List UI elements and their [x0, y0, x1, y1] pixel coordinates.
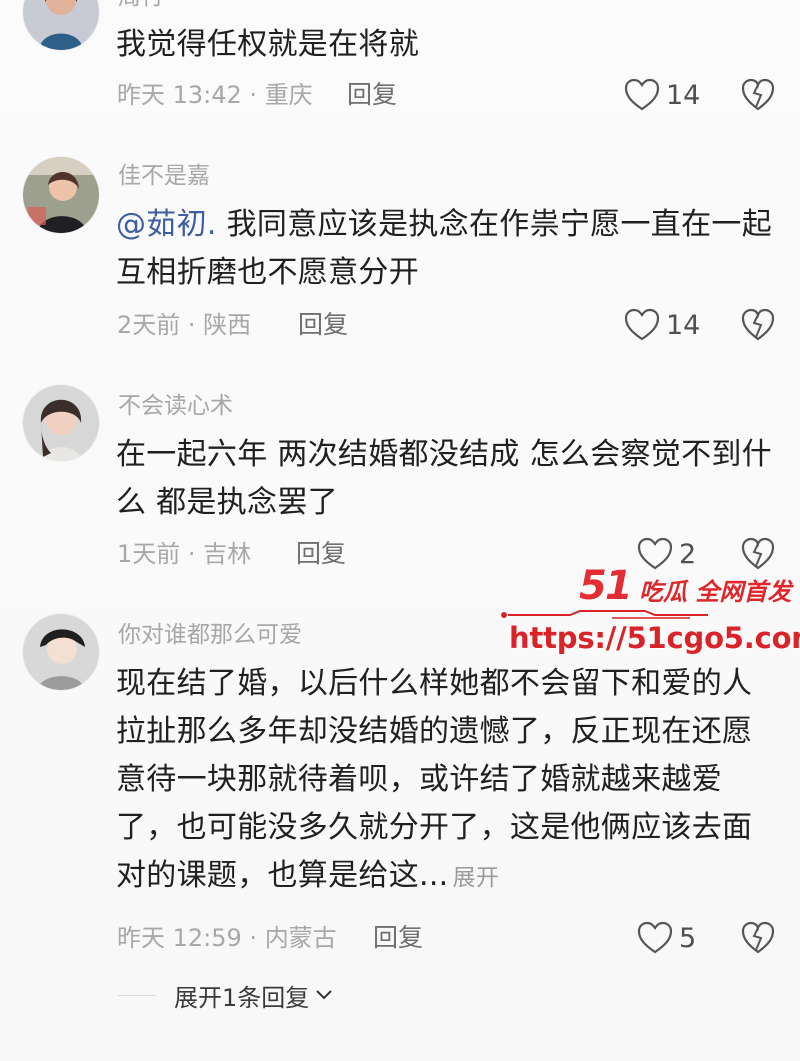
heart-outline-icon — [637, 921, 673, 954]
dislike-button[interactable] — [741, 308, 775, 342]
comment-list-screen: 周行 我觉得任权就是在将就 昨天 13:42 · 重庆 回复 14 佳不是嘉 — [0, 0, 800, 1061]
mention-link[interactable]: @茹初. — [116, 207, 217, 242]
comment-location: 重庆 — [264, 81, 313, 109]
comment-username[interactable]: 你对谁都那么可爱 — [118, 620, 302, 650]
comment-meta: 2天前 · 陕西 回复 — [117, 308, 348, 342]
comment-username[interactable]: 不会读心术 — [118, 391, 233, 421]
watermark-title: 吃瓜 全网首发 — [639, 578, 792, 606]
dislike-button[interactable] — [741, 921, 775, 955]
comment-location: 吉林 — [203, 540, 252, 568]
divider-line — [118, 994, 156, 996]
like-button[interactable]: 14 — [624, 305, 700, 345]
comment-body: 现在结了婚，以后什么样她都不会留下和爱的人拉扯那么多年却没结婚的遗憾了，反正现在… — [116, 666, 753, 893]
heart-outline-icon — [624, 308, 660, 341]
comment-meta: 昨天 12:59 · 内蒙古 回复 — [117, 921, 423, 955]
comment-time: 昨天 12:59 — [117, 924, 242, 952]
watermark-url: https://51cgo5.com — [509, 621, 800, 655]
meta-separator: · — [241, 81, 265, 109]
comment-time: 昨天 13:42 — [117, 81, 242, 109]
comment-text: 现在结了婚，以后什么样她都不会留下和爱的人拉扯那么多年却没结婚的遗憾了，反正现在… — [116, 660, 776, 902]
like-count: 14 — [666, 309, 701, 341]
comment-time: 1天前 — [117, 540, 181, 568]
broken-heart-icon — [741, 921, 775, 954]
meta-separator: · — [180, 311, 204, 339]
like-count: 14 — [666, 79, 701, 111]
comment-text: 在一起六年 两次结婚都没结成 怎么会察觉不到什么 都是执念罢了 — [116, 437, 772, 520]
broken-heart-icon — [741, 308, 775, 341]
reply-button[interactable]: 回复 — [347, 78, 397, 112]
avatar[interactable] — [23, 0, 99, 50]
avatar[interactable] — [23, 385, 99, 461]
comment-username[interactable]: 周行 — [118, 0, 164, 12]
comment-text: 我觉得任权就是在将就 — [116, 27, 419, 62]
heart-outline-icon — [624, 78, 660, 111]
meta-separator: · — [241, 924, 265, 952]
comment-location: 内蒙古 — [264, 924, 337, 952]
comment-username[interactable]: 佳不是嘉 — [118, 161, 210, 191]
comment-location: 陕西 — [203, 311, 252, 339]
chevron-down-icon — [316, 990, 332, 1000]
broken-heart-icon — [741, 78, 775, 111]
expand-replies-button[interactable]: 展开1条回复 — [118, 978, 333, 1012]
expand-text-button[interactable]: 展开 — [453, 865, 500, 891]
like-button[interactable]: 14 — [624, 75, 700, 115]
watermark-number: 51 — [579, 563, 633, 609]
reply-button[interactable]: 回复 — [373, 921, 423, 955]
reply-button[interactable]: 回复 — [298, 308, 348, 342]
like-button[interactable]: 5 — [637, 918, 696, 958]
comment-meta: 1天前 · 吉林 回复 — [117, 537, 346, 571]
avatar[interactable] — [23, 614, 99, 690]
meta-separator: · — [180, 540, 204, 568]
expand-replies-label: 展开1条回复 — [174, 983, 310, 1012]
like-count: 5 — [679, 922, 697, 954]
reply-button[interactable]: 回复 — [296, 537, 346, 571]
comment-meta: 昨天 13:42 · 重庆 回复 — [117, 78, 397, 112]
dislike-button[interactable] — [741, 78, 775, 112]
comment-time: 2天前 — [117, 311, 181, 339]
comment-text: @茹初. 我同意应该是执念在作祟宁愿一直在一起互相折磨也不愿意分开 — [116, 201, 776, 297]
avatar[interactable] — [23, 157, 99, 233]
